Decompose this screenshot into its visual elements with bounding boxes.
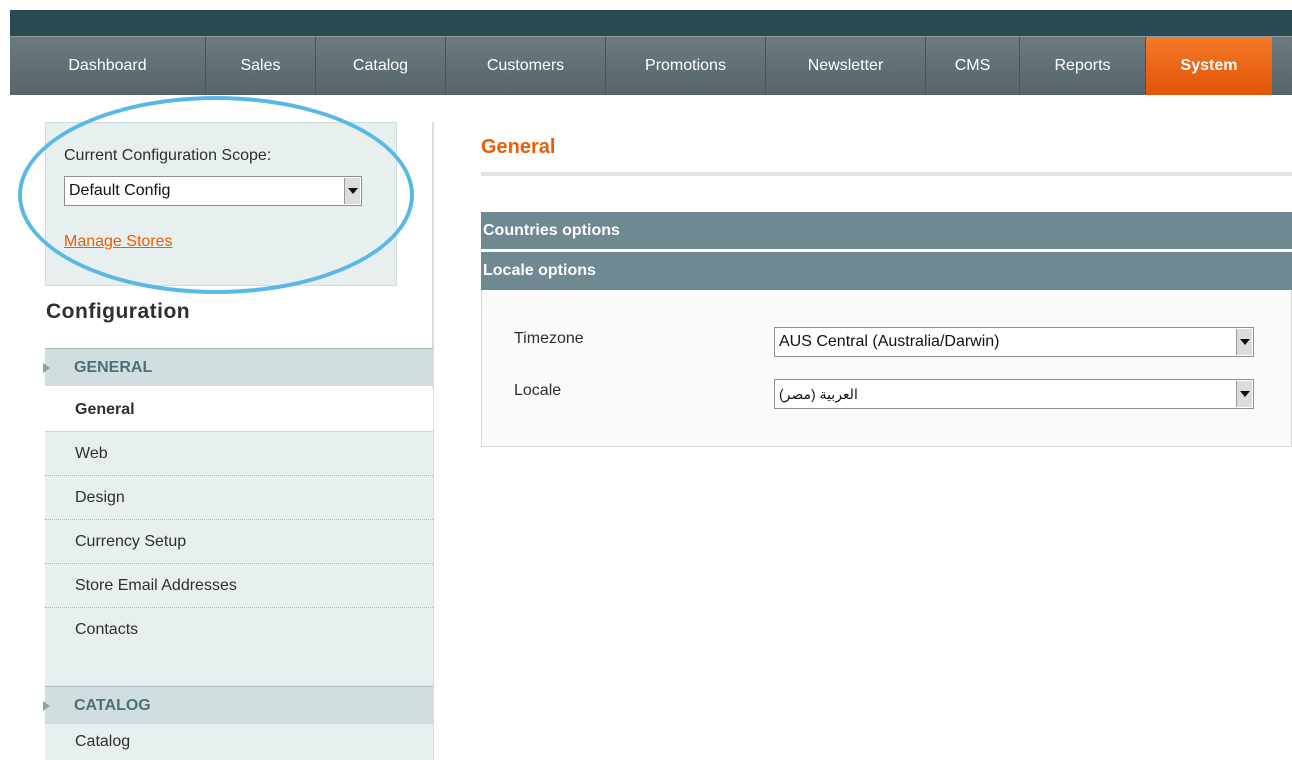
- sidebar-item-design[interactable]: Design: [45, 476, 433, 520]
- expand-triangle-icon: [43, 700, 50, 711]
- top-strip: [0, 0, 1292, 10]
- sidebar-general-list: General Web Design Currency Setup Store …: [45, 388, 433, 688]
- chevron-down-icon: [344, 178, 360, 204]
- nav-item-promotions[interactable]: Promotions: [606, 37, 766, 95]
- chevron-down-icon: [1236, 381, 1252, 407]
- sidebar-section-padding: [45, 652, 433, 688]
- scope-select-value: Default Config: [69, 182, 171, 199]
- sidebar-item-catalog[interactable]: Catalog: [45, 724, 433, 760]
- main-menu: Dashboard Sales Catalog Customers Promotions…: [10, 36, 1292, 95]
- nav-item-system[interactable]: System: [1146, 37, 1272, 95]
- locale-select-value: العربية (مصر): [779, 385, 858, 402]
- nav-item-customers[interactable]: Customers: [446, 37, 606, 95]
- nav-item-catalog[interactable]: Catalog: [316, 37, 446, 95]
- manage-stores-link[interactable]: Manage Stores: [64, 233, 173, 251]
- nav-item-dashboard[interactable]: Dashboard: [10, 37, 206, 95]
- nav-item-reports[interactable]: Reports: [1020, 37, 1146, 95]
- nav-item-cms[interactable]: CMS: [926, 37, 1020, 95]
- timezone-select-value: AUS Central (Australia/Darwin): [779, 333, 1000, 350]
- sidebar-item-store-email-addresses[interactable]: Store Email Addresses: [45, 564, 433, 608]
- expand-triangle-icon: [43, 362, 50, 373]
- timezone-select[interactable]: AUS Central (Australia/Darwin): [774, 327, 1254, 357]
- scope-select[interactable]: Default Config: [64, 176, 362, 206]
- sidebar-catalog-list: Catalog: [45, 724, 433, 760]
- sidebar-section-label: CATALOG: [74, 696, 151, 714]
- timezone-label: Timezone: [514, 330, 584, 347]
- sidebar-section-general[interactable]: GENERAL: [43, 348, 433, 386]
- locale-select[interactable]: العربية (مصر): [774, 379, 1254, 409]
- sidebar-section-label: GENERAL: [74, 358, 153, 376]
- title-divider: [481, 172, 1292, 176]
- sidebar-item-general[interactable]: General: [45, 388, 433, 432]
- fieldset-header-locale-options[interactable]: Locale options: [481, 252, 1292, 290]
- locale-options-fieldset: Timezone AUS Central (Australia/Darwin) …: [481, 290, 1292, 447]
- scope-label: Current Configuration Scope:: [64, 147, 272, 164]
- sidebar-item-currency-setup[interactable]: Currency Setup: [45, 520, 433, 564]
- chevron-down-icon: [1236, 329, 1252, 355]
- header-bar: Dashboard Sales Catalog Customers Promotions…: [10, 10, 1292, 95]
- sidebar-section-catalog[interactable]: CATALOG: [43, 686, 433, 724]
- nav-item-sales[interactable]: Sales: [206, 37, 316, 95]
- nav-item-newsletter[interactable]: Newsletter: [766, 37, 926, 95]
- sidebar-item-contacts[interactable]: Contacts: [45, 608, 433, 652]
- page-title: General: [481, 136, 556, 158]
- sidebar-title: Configuration: [46, 300, 191, 323]
- fieldset-header-countries-options[interactable]: Countries options: [481, 212, 1292, 250]
- scope-switcher: Current Configuration Scope: Default Con…: [45, 122, 397, 286]
- locale-label: Locale: [514, 382, 562, 399]
- sidebar-item-web[interactable]: Web: [45, 432, 433, 476]
